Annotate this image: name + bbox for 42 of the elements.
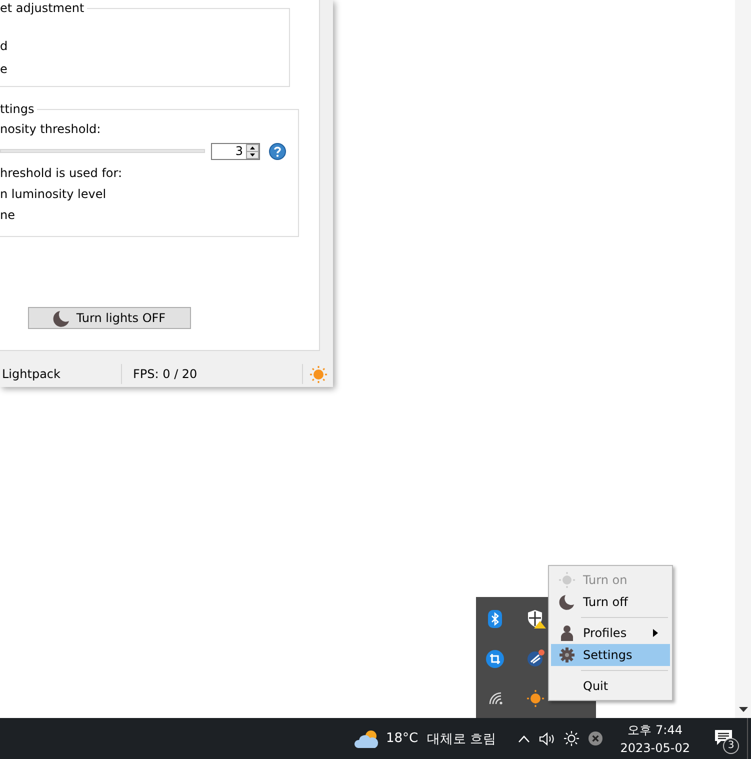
- temperature-text[interactable]: 18°C: [386, 731, 418, 746]
- person-icon: [561, 625, 573, 641]
- moon-icon: [559, 594, 575, 610]
- bluetooth-icon[interactable]: [488, 610, 502, 628]
- weather-text[interactable]: 대체로 흐림: [427, 730, 496, 748]
- scroll-down-icon[interactable]: [738, 707, 748, 712]
- gear-icon: [559, 647, 575, 663]
- clock-time[interactable]: 오후 7:44: [628, 720, 682, 738]
- help-icon[interactable]: [269, 142, 286, 160]
- cloud-sun-icon[interactable]: [354, 728, 380, 748]
- menu-item[interactable]: Profiles: [551, 622, 670, 644]
- sun-icon[interactable]: [564, 731, 580, 746]
- submenu-arrow-icon: [653, 629, 658, 637]
- notification-badge: 3: [723, 738, 739, 754]
- close-circle-icon[interactable]: [588, 731, 604, 746]
- moon-icon: [53, 310, 70, 326]
- field-label: nosity threshold:: [0, 121, 102, 138]
- spin-arrows-icon[interactable]: [246, 144, 259, 158]
- option-label: hreshold is used for:: [0, 165, 124, 182]
- wifi-icon[interactable]: [489, 692, 504, 705]
- option-label: d: [0, 38, 9, 55]
- menu-item[interactable]: Quit: [551, 675, 670, 697]
- shield-warning-icon[interactable]: [527, 609, 547, 629]
- caret-up-icon[interactable]: [518, 734, 530, 742]
- scrollbar[interactable]: [735, 0, 751, 718]
- turn-lights-off-button[interactable]: Turn lights OFF: [28, 307, 191, 329]
- option-label: n luminosity level: [0, 186, 108, 203]
- crop-icon[interactable]: [486, 650, 504, 668]
- group-title: ttings: [0, 102, 38, 116]
- speaker-icon[interactable]: [539, 732, 556, 746]
- menu-item[interactable]: Turn off: [551, 591, 670, 613]
- clock-date[interactable]: 2023-05-02: [620, 738, 690, 756]
- fps-counter: FPS: 0 / 20: [122, 364, 303, 384]
- sun-icon: [559, 572, 575, 588]
- group-title: et adjustment: [0, 1, 88, 15]
- satellite-icon[interactable]: [527, 649, 545, 667]
- spin-box[interactable]: 3: [211, 142, 260, 160]
- option-label: e: [0, 61, 8, 78]
- slider-track[interactable]: [0, 149, 205, 153]
- option-label: ne: [0, 207, 16, 224]
- menu-item[interactable]: Settings: [551, 644, 670, 666]
- status-text: Lightpack: [0, 364, 122, 384]
